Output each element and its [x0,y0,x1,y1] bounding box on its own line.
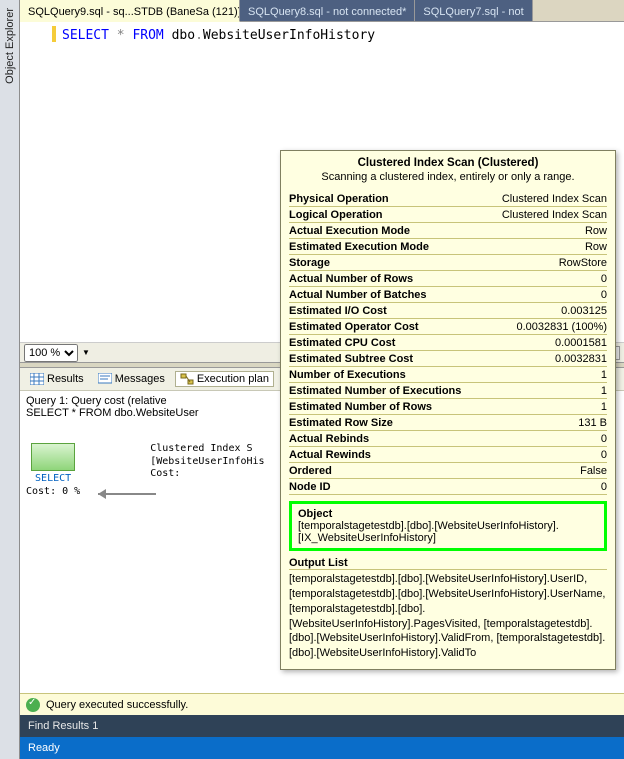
status-text: Query executed successfully. [46,699,188,711]
object-explorer-sidebar[interactable]: Object Explorer [0,0,20,759]
tooltip-row: Estimated Execution ModeRow [289,239,607,255]
tab-sqlquery7[interactable]: SQLQuery7.sql - not [415,0,532,21]
tooltip-title: Clustered Index Scan (Clustered) [289,157,607,169]
plan-node-scan[interactable]: Clustered Index S [WebsiteUserInfoHis Co… [150,443,264,481]
tooltip-properties: Physical OperationClustered Index ScanLo… [289,191,607,495]
tooltip-row: Estimated I/O Cost0.003125 [289,303,607,319]
tooltip-row: Actual Execution ModeRow [289,223,607,239]
tab-execution-plan[interactable]: Execution plan [175,371,274,387]
tooltip-row: Estimated Number of Executions1 [289,383,607,399]
grid-icon [30,373,44,385]
success-icon [26,698,40,712]
plan-edge [98,491,162,497]
tooltip-row: Logical OperationClustered Index Scan [289,207,607,223]
tooltip-object-highlight: Object [temporalstagetestdb].[dbo].[Webs… [289,501,607,551]
tooltip-object-body: [temporalstagetestdb].[dbo].[WebsiteUser… [298,520,598,544]
tooltip-row: Estimated Subtree Cost0.0032831 [289,351,607,367]
plan-tooltip: Clustered Index Scan (Clustered) Scannin… [280,150,616,670]
kw-select: SELECT [62,28,109,43]
document-tabs: SQLQuery9.sql - sq...STDB (BaneSa (121))… [20,0,624,22]
plan-node-select[interactable]: SELECT Cost: 0 % [26,443,80,498]
status-bar: Query executed successfully. [20,693,624,715]
tooltip-row: Physical OperationClustered Index Scan [289,191,607,207]
tab-messages[interactable]: Messages [94,371,169,387]
messages-icon [98,373,112,385]
tab-label: SQLQuery8.sql - not connected* [248,6,406,18]
tooltip-row: Number of Executions1 [289,367,607,383]
tooltip-row: Actual Number of Rows0 [289,271,607,287]
tab-sqlquery9[interactable]: SQLQuery9.sql - sq...STDB (BaneSa (121))… [20,0,240,22]
dropdown-icon: ▼ [82,348,90,357]
tooltip-row: OrderedFalse [289,463,607,479]
tooltip-row: Estimated Number of Rows1 [289,399,607,415]
object-explorer-label: Object Explorer [4,8,16,84]
tooltip-row: Actual Rebinds0 [289,431,607,447]
tab-results[interactable]: Results [26,371,88,387]
tab-sqlquery8[interactable]: SQLQuery8.sql - not connected* [240,0,415,21]
tab-label: SQLQuery7.sql - not [423,6,523,18]
tooltip-row: Estimated Row Size131 B [289,415,607,431]
tooltip-output-body: [temporalstagetestdb].[dbo].[WebsiteUser… [289,570,607,661]
tooltip-row: Actual Number of Batches0 [289,287,607,303]
find-results-tab[interactable]: Find Results 1 [20,715,624,737]
tab-label: SQLQuery9.sql - sq...STDB (BaneSa (121))… [28,6,240,18]
tooltip-row: Estimated Operator Cost0.0032831 (100%) [289,319,607,335]
tooltip-row: StorageRowStore [289,255,607,271]
kw-from: FROM [132,28,163,43]
zoom-select[interactable]: 100 % [24,344,78,362]
change-marker [52,26,56,42]
tooltip-row: Node ID0 [289,479,607,495]
tooltip-subtitle: Scanning a clustered index, entirely or … [289,171,607,183]
ready-bar: Ready [20,737,624,759]
tooltip-row: Actual Rewinds0 [289,447,607,463]
tooltip-row: Estimated CPU Cost0.0001581 [289,335,607,351]
plan-icon [180,373,194,385]
select-node-icon [31,443,75,471]
